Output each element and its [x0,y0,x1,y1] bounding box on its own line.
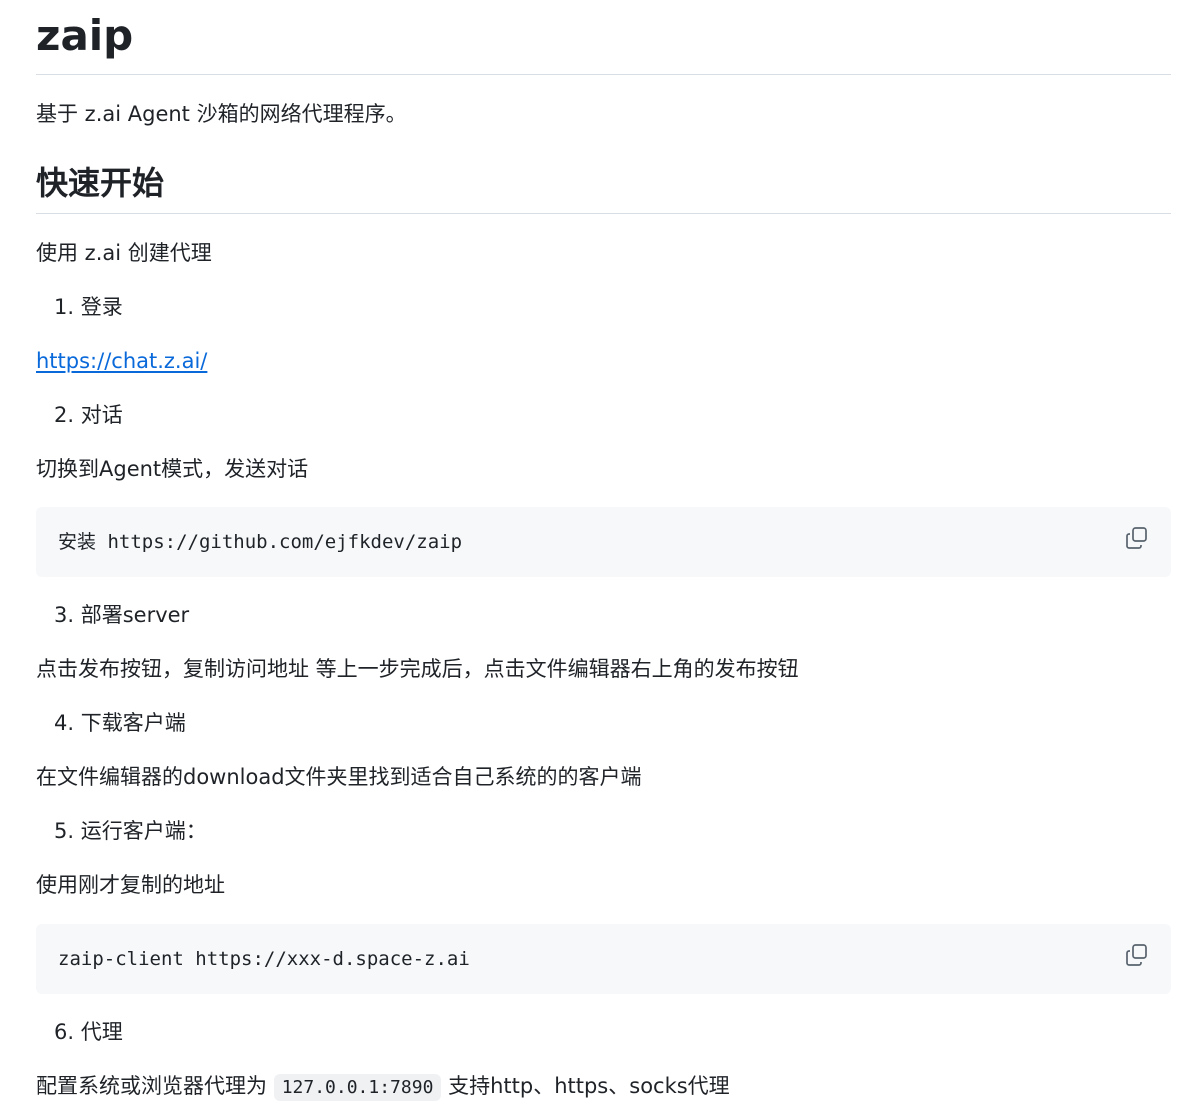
copy-icon[interactable] [1123,941,1151,969]
step-deploy-text: 点击发布按钮，复制访问地址 等上一步完成后，点击文件编辑器右上角的发布按钮 [36,657,799,681]
proxy-address-code: 127.0.0.1:7890 [273,1074,442,1101]
login-link[interactable]: https://chat.z.ai/ [36,349,207,373]
install-code: 安装 https://github.com/ejfkdev/zaip [58,531,463,553]
quickstart-heading: 快速开始 [36,164,165,202]
step-download-text: 在文件编辑器的download文件夹里找到适合自己系统的的客户端 [36,765,642,789]
step-run-client-text: 使用刚才复制的地址 [36,873,225,897]
step-proxy: 6. 代理 [54,1020,123,1044]
step-download: 4. 下载客户端 [54,711,186,735]
title-divider [36,74,1171,75]
description: 基于 z.ai Agent 沙箱的网络代理程序。 [36,102,407,126]
client-code-block: zaip-client https://xxx-d.space-z.ai [36,924,1171,994]
proxy-prefix: 配置系统或浏览器代理为 [36,1074,267,1098]
page-title: zaip [36,11,134,60]
install-code-block: 安装 https://github.com/ejfkdev/zaip [36,507,1171,577]
login-link-paragraph: https://chat.z.ai/ [36,346,207,376]
heading-divider [36,213,1171,214]
quickstart-intro: 使用 z.ai 创建代理 [36,241,212,265]
step-chat: 2. 对话 [54,403,123,427]
step-proxy-text: 配置系统或浏览器代理为 127.0.0.1:7890 支持http、https、… [36,1071,730,1103]
step-run-client: 5. 运行客户端： [54,819,207,843]
step-login: 1. 登录 [54,295,123,319]
copy-icon[interactable] [1123,524,1151,552]
step-chat-text: 切换到Agent模式，发送对话 [36,457,309,481]
proxy-suffix: 支持http、https、socks代理 [448,1074,730,1098]
step-deploy: 3. 部署server [54,603,190,627]
client-code: zaip-client https://xxx-d.space-z.ai [58,948,470,970]
